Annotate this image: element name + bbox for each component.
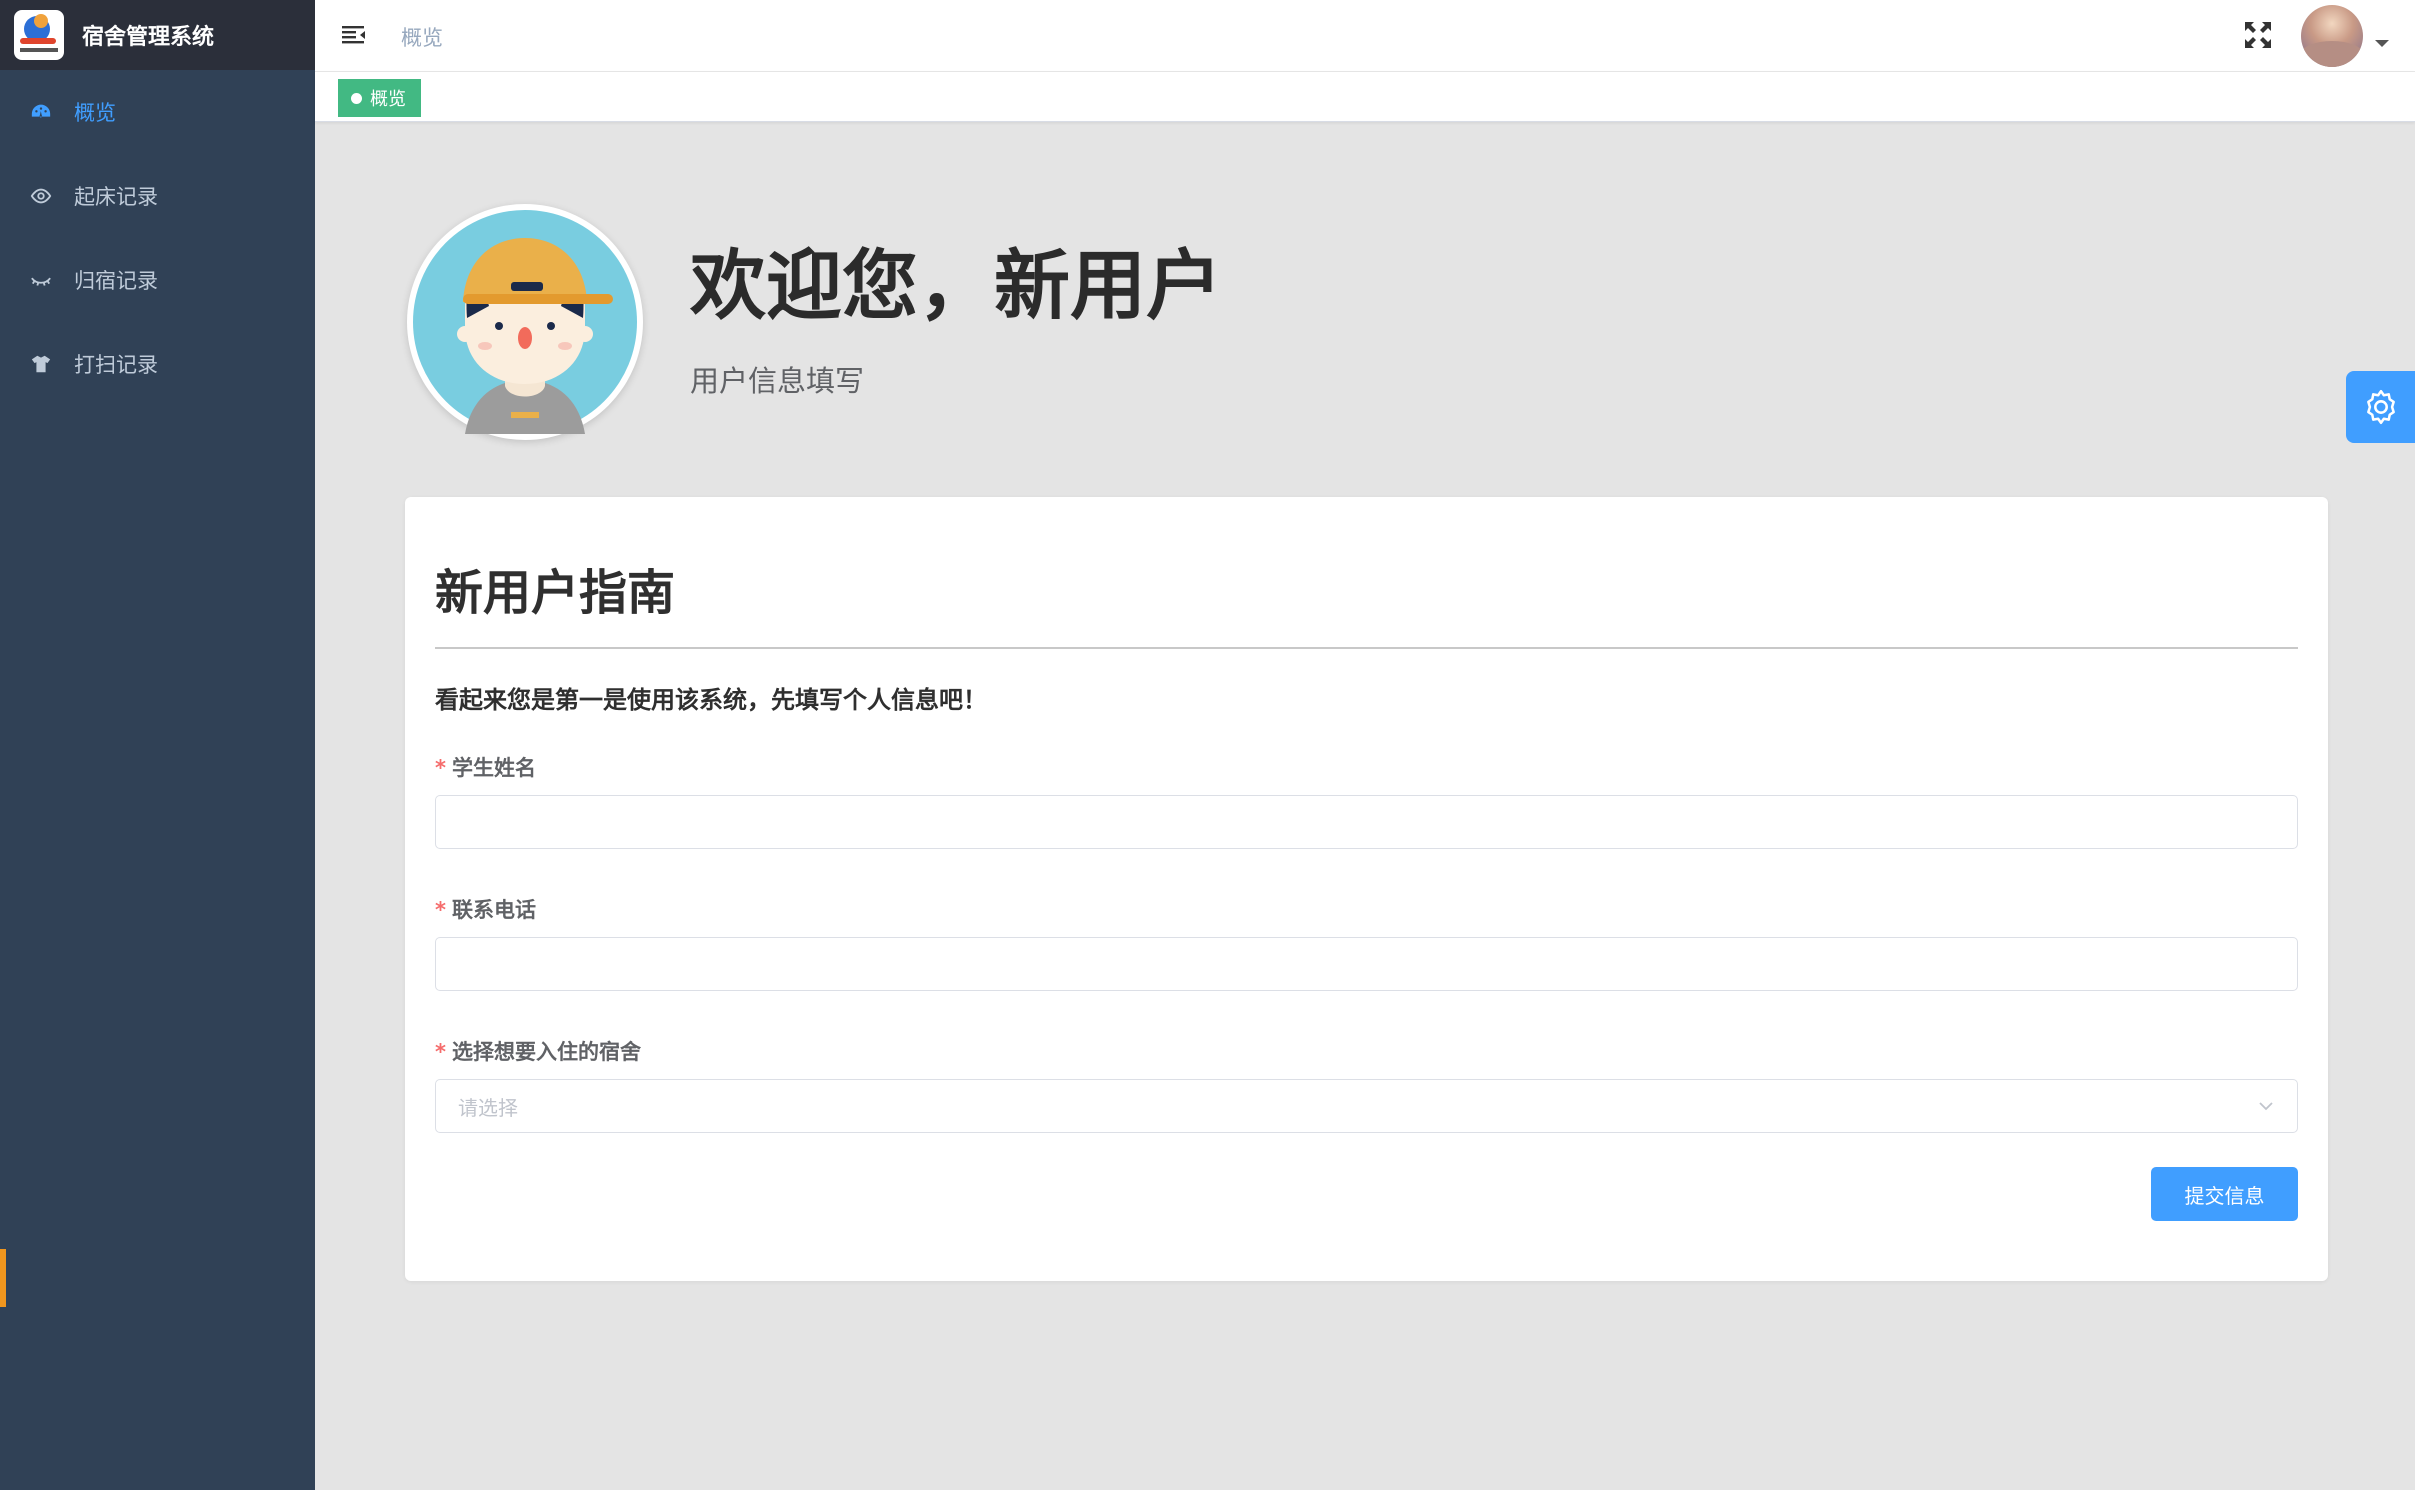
sidebar-item-return-records[interactable]: 归宿记录 [0, 238, 315, 322]
card-title: 新用户指南 [435, 565, 676, 621]
sidebar: 宿舍管理系统 概览 起床记录 归宿记录 打扫记录 [0, 0, 315, 1490]
divider [435, 647, 2298, 649]
gear-icon [2366, 389, 2395, 425]
shirt-icon [30, 353, 52, 375]
eye-icon [30, 185, 52, 207]
app-title: 宿舍管理系统 [82, 25, 215, 50]
settings-button[interactable] [2346, 371, 2415, 443]
tags-view: 概览 [315, 72, 2415, 122]
sidebar-item-label: 起床记录 [74, 185, 158, 209]
welcome-avatar [407, 204, 643, 440]
logo-bar[interactable]: 宿舍管理系统 [0, 0, 315, 70]
dorm-select-label: * 选择想要入住的宿舍 [435, 1036, 641, 1066]
dorm-select[interactable]: 请选择 [435, 1079, 2298, 1133]
card-description: 看起来您是第一是使用该系统，先填写个人信息吧！ [435, 686, 987, 714]
chevron-down-icon [2259, 1102, 2273, 1111]
select-placeholder: 请选择 [458, 1095, 518, 1120]
fullscreen-icon[interactable] [2241, 18, 2275, 52]
caret-down-icon[interactable] [2375, 40, 2389, 47]
sidebar-item-label: 概览 [74, 101, 116, 125]
hamburger-icon[interactable] [339, 20, 369, 50]
eye-closed-icon [30, 269, 52, 291]
new-user-guide-card: 新用户指南 看起来您是第一是使用该系统，先填写个人信息吧！ * 学生姓名 * 联系电… [405, 497, 2328, 1281]
required-mark: * [435, 756, 446, 780]
sidebar-item-label: 打扫记录 [74, 353, 158, 377]
tag-label: 概览 [370, 89, 406, 110]
welcome-subtitle: 用户信息填写 [690, 364, 865, 398]
dashboard-icon [30, 101, 52, 123]
sidebar-menu: 概览 起床记录 归宿记录 打扫记录 [0, 70, 315, 406]
submit-button[interactable]: 提交信息 [2151, 1167, 2298, 1221]
field-label-text: 联系电话 [451, 898, 536, 922]
tag-dot-icon [351, 92, 362, 104]
field-label-text: 选择想要入住的宿舍 [451, 1040, 641, 1064]
required-mark: * [435, 1040, 446, 1064]
student-name-input[interactable] [435, 795, 2298, 849]
sidebar-item-wakeup-records[interactable]: 起床记录 [0, 154, 315, 238]
navbar: 概览 [315, 0, 2415, 72]
student-name-label: * 学生姓名 [435, 752, 536, 782]
app-logo [14, 10, 64, 60]
breadcrumb: 概览 [401, 26, 443, 50]
welcome-title: 欢迎您，新用户 [690, 241, 1222, 330]
user-avatar[interactable] [2301, 5, 2363, 67]
sidebar-item-cleaning-records[interactable]: 打扫记录 [0, 322, 315, 406]
field-label-text: 学生姓名 [451, 756, 536, 780]
sidebar-item-overview[interactable]: 概览 [0, 70, 315, 154]
floating-tab[interactable] [0, 1249, 6, 1307]
sidebar-item-label: 归宿记录 [74, 269, 158, 293]
required-mark: * [435, 898, 446, 922]
tag-overview[interactable]: 概览 [338, 79, 421, 117]
phone-label: * 联系电话 [435, 894, 536, 924]
phone-input[interactable] [435, 937, 2298, 991]
